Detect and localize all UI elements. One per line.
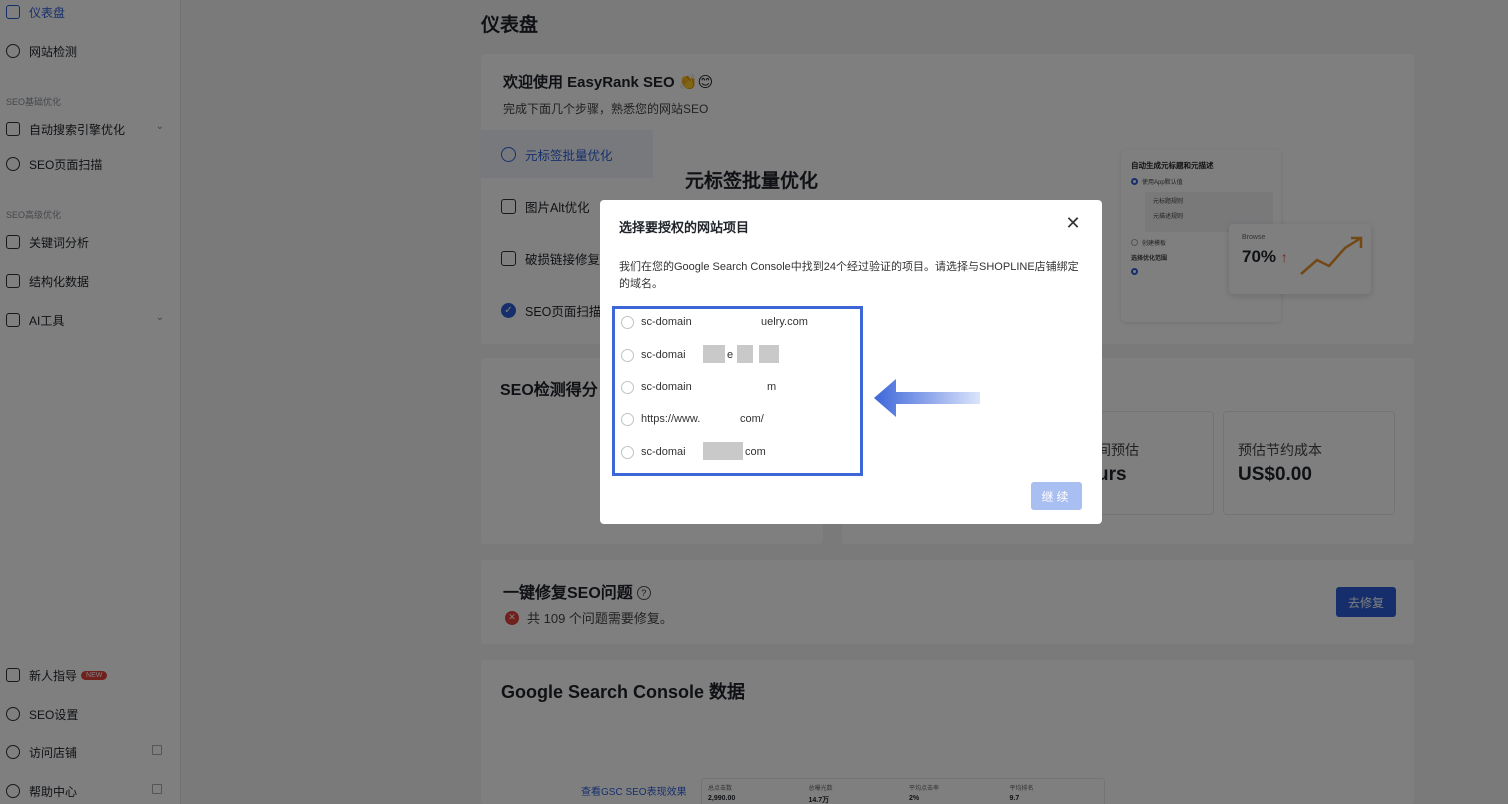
redaction: [702, 312, 760, 330]
arrow-left-icon: [874, 379, 980, 417]
site-option-label: sc-domain: [641, 381, 692, 393]
site-option-suffix: e: [727, 349, 734, 361]
redaction: [703, 345, 725, 363]
site-option[interactable]: https://www.: [621, 409, 700, 429]
site-option-suffix: com: [745, 446, 766, 458]
redaction: [703, 442, 743, 460]
authorize-site-modal: 选择要授权的网站项目 ✕ 我们在您的Google Search Console中…: [600, 200, 1102, 524]
site-option-suffix: uelry.com: [761, 316, 808, 328]
site-option[interactable]: sc-domain: [621, 312, 692, 332]
close-icon[interactable]: ✕: [1063, 213, 1083, 233]
radio-icon[interactable]: [621, 348, 634, 362]
site-option-suffix: m: [767, 381, 777, 393]
site-option-list: sc-domain uelry.com sc-domai e sc-domain…: [612, 306, 863, 476]
continue-button[interactable]: 继续: [1031, 482, 1082, 510]
modal-title: 选择要授权的网站项目: [619, 220, 750, 235]
redaction: [759, 345, 779, 363]
site-option[interactable]: sc-domai: [621, 345, 686, 365]
radio-icon[interactable]: [621, 412, 634, 426]
redaction: [701, 409, 739, 427]
modal-description: 我们在您的Google Search Console中找到24个经过验证的项目。…: [619, 261, 1079, 290]
site-option[interactable]: sc-domain: [621, 377, 692, 397]
site-option[interactable]: sc-domai: [621, 442, 686, 462]
radio-icon[interactable]: [621, 315, 634, 329]
radio-icon[interactable]: [621, 380, 634, 394]
site-option-label: https://www.: [641, 413, 701, 425]
site-option-label: sc-domai: [641, 446, 686, 458]
site-option-label: sc-domain: [641, 316, 692, 328]
radio-icon[interactable]: [621, 445, 634, 459]
site-option-suffix: com/: [740, 413, 764, 425]
redaction: [737, 345, 753, 363]
site-option-label: sc-domai: [641, 349, 686, 361]
